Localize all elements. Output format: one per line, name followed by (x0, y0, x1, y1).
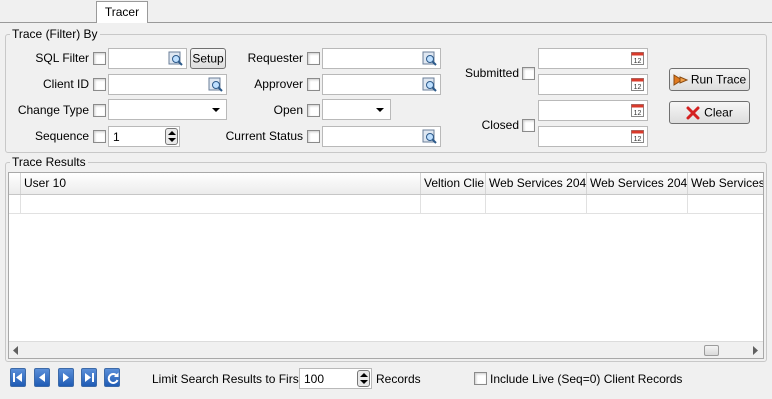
include-live-label: Include Live (Seq=0) Client Records (490, 372, 683, 386)
calendar-icon[interactable]: 12 (631, 130, 644, 143)
sequence-stepper[interactable]: 1 (108, 126, 180, 147)
submitted-from-date[interactable]: 12 (538, 48, 648, 69)
svg-text:12: 12 (634, 58, 642, 65)
current-status-checkbox[interactable] (307, 130, 320, 143)
sequence-label: Sequence (34, 129, 89, 143)
closed-label: Closed (481, 118, 519, 132)
approver-checkbox[interactable] (307, 78, 320, 91)
sql-filter-checkbox[interactable] (93, 52, 106, 65)
change-type-checkbox[interactable] (93, 104, 106, 117)
lookup-icon[interactable] (422, 51, 437, 66)
approver-field[interactable] (322, 74, 441, 95)
include-live-checkbox[interactable] (474, 372, 487, 385)
horizontal-scrollbar[interactable] (9, 341, 763, 358)
chevron-down-icon (376, 108, 384, 112)
scroll-thumb[interactable] (704, 345, 719, 356)
last-record-button[interactable] (81, 368, 97, 387)
submitted-checkbox[interactable] (522, 67, 535, 80)
sequence-value: 1 (113, 130, 120, 144)
submitted-to-date[interactable]: 12 (538, 74, 648, 95)
first-icon (13, 373, 22, 382)
last-icon (85, 373, 94, 382)
sequence-checkbox[interactable] (93, 130, 106, 143)
table-cell[interactable] (21, 195, 421, 214)
calendar-icon[interactable]: 12 (631, 104, 644, 117)
table-cell[interactable] (421, 195, 486, 214)
svg-text:12: 12 (634, 110, 642, 117)
run-trace-label: Run Trace (690, 72, 747, 87)
lookup-icon[interactable] (422, 77, 437, 92)
run-arrow-icon (673, 73, 689, 86)
clear-x-icon (686, 106, 700, 120)
requester-checkbox[interactable] (307, 52, 320, 65)
previous-record-button[interactable] (34, 368, 50, 387)
records-label: Records (376, 372, 421, 386)
spinner-icon[interactable] (165, 128, 178, 145)
column-header[interactable]: Web Services 204 A (587, 173, 688, 194)
run-trace-button[interactable]: Run Trace (669, 68, 750, 91)
table-cell[interactable] (688, 195, 763, 214)
scroll-right-icon[interactable] (751, 346, 759, 355)
change-type-label: Change Type (17, 103, 89, 117)
row-header-corner (9, 173, 21, 194)
svg-text:12: 12 (634, 84, 642, 91)
filter-group-legend: Trace (Filter) By (10, 27, 100, 41)
requester-label: Requester (247, 51, 303, 65)
table-cell[interactable] (486, 195, 587, 214)
clear-label: Clear (704, 105, 733, 120)
limit-results-label: Limit Search Results to First (152, 372, 303, 386)
lookup-icon[interactable] (168, 51, 183, 66)
table-row[interactable] (9, 195, 21, 214)
requester-field[interactable] (322, 48, 441, 69)
results-grid[interactable]: User 10 Veltion Clie Web Services 204 A … (8, 172, 764, 359)
column-header[interactable]: User 10 (21, 173, 421, 194)
clear-button[interactable]: Clear (669, 101, 750, 124)
calendar-icon[interactable]: 12 (631, 52, 644, 65)
open-label: Open (273, 103, 303, 117)
limit-results-stepper[interactable]: 100 (299, 368, 372, 389)
client-id-checkbox[interactable] (93, 78, 106, 91)
open-dropdown[interactable] (322, 99, 391, 120)
results-group-legend: Trace Results (10, 155, 88, 169)
column-header[interactable]: Web Services 2 (688, 173, 763, 194)
svg-text:12: 12 (634, 136, 642, 143)
table-cell[interactable] (587, 195, 688, 214)
closed-checkbox[interactable] (522, 119, 535, 132)
lookup-icon[interactable] (422, 129, 437, 144)
closed-to-date[interactable]: 12 (538, 126, 648, 147)
current-status-field[interactable] (322, 126, 441, 147)
previous-icon (39, 373, 45, 382)
spinner-icon[interactable] (357, 370, 370, 387)
sql-filter-field[interactable] (108, 48, 187, 69)
client-id-label: Client ID (42, 77, 89, 91)
grid-header: User 10 Veltion Clie Web Services 204 A … (9, 173, 763, 195)
next-record-button[interactable] (58, 368, 74, 387)
column-header[interactable]: Veltion Clie (421, 173, 486, 194)
approver-label: Approver (254, 77, 303, 91)
next-icon (63, 373, 69, 382)
column-header[interactable]: Web Services 204 A (486, 173, 587, 194)
scroll-left-icon[interactable] (12, 346, 20, 355)
submitted-label: Submitted (464, 66, 519, 80)
sql-filter-label: SQL Filter (35, 51, 89, 65)
refresh-button[interactable] (104, 368, 120, 387)
calendar-icon[interactable]: 12 (631, 78, 644, 91)
first-record-button[interactable] (10, 368, 26, 387)
refresh-icon (107, 372, 119, 384)
limit-results-value: 100 (304, 372, 325, 386)
open-checkbox[interactable] (307, 104, 320, 117)
tab-tracer[interactable]: Tracer (96, 1, 148, 23)
current-status-label: Current Status (225, 129, 303, 143)
closed-from-date[interactable]: 12 (538, 100, 648, 121)
